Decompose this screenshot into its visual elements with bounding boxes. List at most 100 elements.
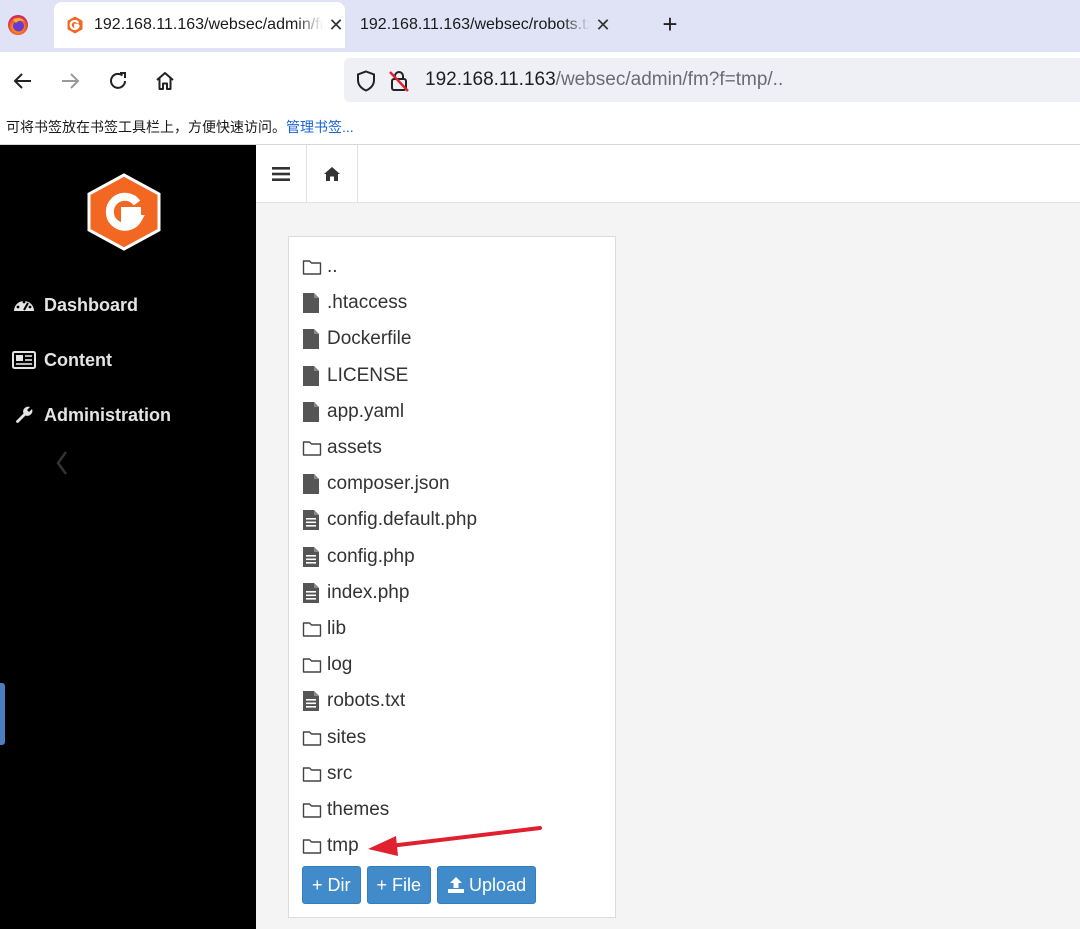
file-icon (302, 473, 322, 495)
file-icon (302, 365, 322, 387)
add-dir-label: + Dir (312, 874, 351, 895)
wrench-icon (12, 405, 36, 425)
file-list-item[interactable]: .htaccess (302, 288, 407, 318)
file-text-icon (302, 509, 322, 531)
home-nav-button[interactable] (307, 145, 358, 202)
file-name: themes (327, 799, 390, 820)
upload-icon (447, 876, 465, 894)
sidebar: Dashboard Content Administration (0, 145, 256, 929)
file-icon (302, 401, 322, 423)
file-name: tmp (327, 835, 359, 857)
bookmarks-hint-text: 可将书签放在书签工具栏上，方便快速访问。 (6, 119, 286, 135)
url-text: 192.168.11.163/websec/admin/fm?f=tmp/.. (425, 69, 783, 91)
insecure-lock-icon[interactable] (388, 69, 410, 93)
tab-title: 192.168.11.163/websec/admin/fm?f=tmp/.. (94, 16, 323, 33)
folder-icon (302, 727, 322, 749)
file-list-item[interactable]: config.default.php (302, 505, 477, 535)
forward-button[interactable] (55, 66, 85, 96)
url-bar[interactable]: 192.168.11.163/websec/admin/fm?f=tmp/.. (344, 58, 1080, 102)
file-name: assets (327, 437, 382, 458)
file-list-item[interactable]: LICENSE (302, 361, 408, 391)
bookmarks-hint: 可将书签放在书签工具栏上，方便快速访问。管理书签... (6, 117, 354, 137)
add-file-label: + File (376, 874, 422, 895)
folder-icon (302, 256, 322, 278)
file-name: config.php (327, 545, 415, 567)
home-outline-icon (156, 72, 174, 90)
file-name: log (327, 654, 353, 676)
file-list-item[interactable]: log (302, 650, 352, 680)
reload-button[interactable] (103, 66, 133, 96)
tab-close-icon[interactable]: ✕ (594, 15, 612, 36)
dashboard-icon (12, 295, 36, 315)
file-list-item[interactable]: app.yaml (302, 397, 404, 427)
file-name: lib (327, 618, 347, 639)
chevron-left-icon[interactable] (52, 448, 72, 478)
file-name: config.default.php (327, 509, 478, 531)
file-actions: + Dir + File Upload (302, 866, 537, 904)
arrow-left-icon (13, 73, 31, 89)
menu-toggle-button[interactable] (256, 145, 307, 202)
file-name: index.php (327, 581, 410, 603)
upload-button[interactable]: Upload (437, 866, 537, 904)
file-name: Dockerfile (327, 328, 412, 350)
file-text-icon (302, 546, 322, 568)
file-name: .htaccess (327, 292, 408, 314)
home-button[interactable] (150, 66, 180, 96)
file-list-item[interactable]: lib (302, 614, 346, 644)
sidebar-item-administration[interactable]: Administration (12, 400, 171, 430)
manage-bookmarks-link[interactable]: 管理书签... (286, 119, 354, 135)
file-name: sites (327, 726, 367, 748)
file-icon (302, 328, 322, 350)
sidebar-item-content[interactable]: Content (12, 345, 112, 375)
sidebar-item-dashboard[interactable]: Dashboard (12, 290, 138, 320)
folder-icon (302, 763, 322, 785)
browser-tab-bar: 192.168.11.163/websec/admin/fm?f=tmp/.. … (0, 0, 1080, 52)
bookmarks-toolbar: 可将书签放在书签工具栏上，方便快速访问。管理书签... (0, 110, 1080, 145)
file-list-item[interactable]: robots.txt (302, 686, 405, 716)
file-name: src (327, 762, 353, 784)
tab-fm[interactable]: 192.168.11.163/websec/admin/fm?f=tmp/.. … (54, 2, 345, 48)
folder-icon (302, 835, 322, 857)
reload-icon (110, 72, 126, 89)
url-path: /websec/admin/fm?f=tmp/.. (555, 69, 784, 90)
file-name: .. (327, 256, 338, 277)
upload-label: Upload (469, 874, 527, 895)
tab-title: 192.168.11.163/websec/robots.txt (360, 16, 590, 33)
navigation-toolbar: 192.168.11.163/websec/admin/fm?f=tmp/.. (0, 52, 1080, 110)
file-name: LICENSE (327, 364, 409, 386)
folder-icon (302, 618, 322, 640)
file-list-item[interactable]: config.php (302, 542, 415, 572)
sidebar-item-label: Dashboard (44, 294, 139, 315)
brand-logo[interactable] (86, 173, 162, 251)
top-bar (256, 145, 1080, 203)
add-dir-button[interactable]: + Dir (302, 866, 361, 904)
add-file-button[interactable]: + File (366, 866, 432, 904)
firefox-icon[interactable] (7, 14, 29, 36)
edge-handle[interactable] (0, 683, 5, 745)
file-list-item[interactable]: Dockerfile (302, 324, 411, 354)
file-list-item[interactable]: themes (302, 795, 389, 825)
hamburger-icon (272, 166, 290, 181)
file-list-item[interactable]: assets (302, 433, 382, 463)
file-text-icon (302, 690, 322, 712)
file-icon (302, 292, 322, 314)
back-button[interactable] (8, 66, 38, 96)
home-icon (324, 166, 340, 181)
file-manager-panel: .. .htaccess Dockerfile LICENSE app.yaml asse… (288, 236, 616, 918)
tab-robots[interactable]: 192.168.11.163/websec/robots.txt ✕ (348, 2, 638, 48)
folder-icon (302, 437, 322, 459)
shield-icon[interactable] (356, 70, 376, 92)
file-name: app.yaml (327, 400, 405, 422)
file-list-item[interactable]: sites (302, 723, 366, 753)
tab-close-icon[interactable]: ✕ (327, 15, 345, 36)
new-tab-button[interactable]: + (656, 10, 684, 38)
sidebar-item-label: Administration (44, 404, 172, 425)
file-list-item[interactable]: index.php (302, 578, 409, 608)
file-list-item[interactable]: src (302, 759, 352, 789)
arrow-right-icon (62, 73, 80, 89)
file-list-item[interactable]: composer.json (302, 469, 450, 499)
file-list-item[interactable]: tmp (302, 831, 359, 861)
folder-icon (302, 654, 322, 676)
file-list-item[interactable]: .. (302, 252, 338, 282)
file-text-icon (302, 582, 322, 604)
